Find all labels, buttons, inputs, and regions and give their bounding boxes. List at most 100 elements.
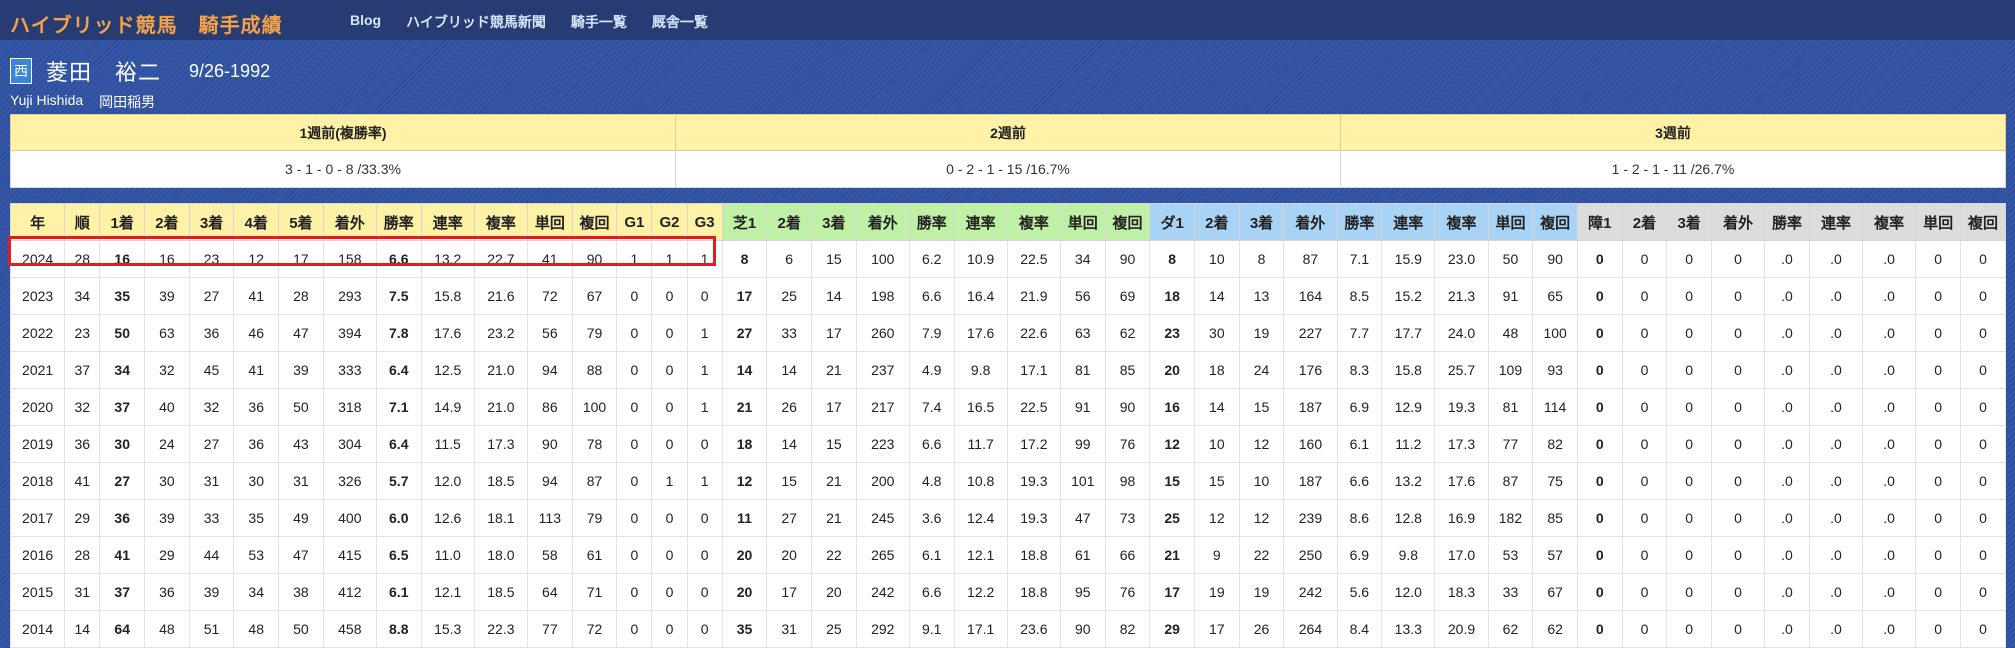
stats-cell: 87 <box>1487 462 1534 500</box>
stats-cell: 9.8 <box>1381 536 1436 574</box>
stats-cell: 10 <box>1193 240 1240 278</box>
stats-header-row: 年順 1着 2着 3着 4着 5着 着外 勝率 連率 複率 単回 複回 G1 G2 G3 芝1 2着 3着 着外 勝率… <box>9 203 2007 241</box>
stats-cell: 29 <box>64 499 101 537</box>
stats-header-cell: 単回 <box>1487 203 1534 241</box>
stats-cell: 19 <box>1193 573 1240 611</box>
stats-cell: 35 <box>233 499 280 537</box>
stats-cell: 0 <box>1576 610 1623 648</box>
stats-cell: 36 <box>99 499 146 537</box>
stats-cell: 33 <box>1487 573 1534 611</box>
stats-cell: 56 <box>1059 277 1106 315</box>
site-title-link[interactable]: ハイブリッド競馬 騎手成績 <box>10 9 283 38</box>
stats-cell: 67 <box>1532 573 1578 611</box>
stats-cell: 21.9 <box>1006 277 1061 315</box>
stats-cell: 14 <box>766 425 813 463</box>
stats-cell: 12 <box>1193 499 1240 537</box>
stats-cell: 0 <box>1710 462 1766 500</box>
stats-cell: 109 <box>1487 351 1534 389</box>
yearly-stats-table: 年順 1着 2着 3着 4着 5着 着外 勝率 連率 複率 単回 複回 G1 G2 G3 芝1 2着 3着 着外 勝率… <box>9 203 2007 648</box>
stats-header-cell: 着外 <box>322 203 377 241</box>
stats-cell: 14 <box>721 351 768 389</box>
stats-cell: 318 <box>322 388 377 426</box>
stats-cell: 8.5 <box>1336 277 1383 315</box>
stats-cell: 0 <box>1576 388 1623 426</box>
stats-cell: .0 <box>1764 536 1810 574</box>
stats-cell: 6.6 <box>908 277 955 315</box>
stats-cell: 17.7 <box>1381 314 1436 352</box>
stats-row: 2014 14 64 48 51 48 50 458 8.8 15.3 22.3 77 72 0 0 0 35 3… <box>9 610 2007 648</box>
stats-cell: 24.0 <box>1434 314 1489 352</box>
stats-cell: 14.9 <box>420 388 475 426</box>
stats-cell: 0 <box>1666 240 1712 278</box>
stats-header-cell: 複率 <box>473 203 529 241</box>
stats-cell: 21 <box>721 388 768 426</box>
stats-cell: 0 <box>1576 314 1623 352</box>
stats-row: 2016 28 41 29 44 53 47 415 6.5 11.0 18.0 58 61 0 0 0 20 2… <box>9 536 2007 574</box>
stats-cell: 164 <box>1283 277 1338 315</box>
stats-header-cell: 4着 <box>233 203 280 241</box>
stats-cell: 17 <box>278 240 324 278</box>
stats-cell: 0 <box>1710 536 1766 574</box>
stats-cell: 41 <box>99 536 146 574</box>
stats-cell: 158 <box>322 240 377 278</box>
stats-cell: 12.6 <box>420 499 475 537</box>
stats-cell: 98 <box>1104 462 1151 500</box>
stats-cell: 14 <box>766 351 813 389</box>
stats-cell: 400 <box>322 499 377 537</box>
stats-cell: 41 <box>64 462 101 500</box>
stats-cell: 10.9 <box>953 240 1008 278</box>
stats-cell: 90 <box>1104 240 1151 278</box>
nav-link-blog[interactable]: Blog <box>350 12 381 32</box>
stats-cell: 34 <box>1059 240 1106 278</box>
nav-link-stable-list[interactable]: 厩舎一覧 <box>652 12 708 32</box>
stats-cell: 30 <box>1193 314 1240 352</box>
stats-cell: .0 <box>1764 425 1810 463</box>
stats-cell: 27 <box>188 425 235 463</box>
stats-cell: 0 <box>1576 240 1623 278</box>
stats-cell: 79 <box>571 499 618 537</box>
stats-cell: 0 <box>1915 314 1961 352</box>
jockey-subline: Yuji Hishida 岡田稲男 <box>10 92 155 112</box>
stats-cell: 18.5 <box>473 462 529 500</box>
stats-cell: 0 <box>1621 351 1668 389</box>
stats-cell: 37 <box>64 351 101 389</box>
stats-header-cell: 3着 <box>1238 203 1285 241</box>
stats-cell: 65 <box>1532 277 1578 315</box>
stats-cell: 100 <box>1532 314 1578 352</box>
stats-row: 2022 23 50 63 36 46 47 394 7.8 17.6 23.2 56 79 0 0 1 27 3… <box>9 314 2007 352</box>
stats-cell: 4.9 <box>908 351 955 389</box>
stats-cell: 11.5 <box>420 425 475 463</box>
nav-link-jockey-list[interactable]: 騎手一覧 <box>571 12 627 32</box>
stats-header-cell: 芝1 <box>721 203 768 241</box>
stats-cell: 50 <box>278 610 324 648</box>
stats-cell: 0 <box>1621 462 1668 500</box>
stats-cell: 39 <box>144 277 190 315</box>
stats-cell: 82 <box>1532 425 1578 463</box>
stats-cell: 0 <box>1915 462 1961 500</box>
stats-header-cell: 障1 <box>1576 203 1623 241</box>
stats-header-cell: 勝率 <box>1336 203 1383 241</box>
stats-cell: 16 <box>99 240 146 278</box>
nav-link-newspaper[interactable]: ハイブリッド競馬新聞 <box>406 12 546 32</box>
stats-cell: 30 <box>99 425 146 463</box>
stats-cell: 14 <box>811 277 857 315</box>
stats-cell: 0 <box>1915 388 1961 426</box>
stats-cell: 47 <box>278 314 324 352</box>
stats-cell: 27 <box>99 462 146 500</box>
stats-cell: 0 <box>1915 425 1961 463</box>
stats-cell: 17.6 <box>420 314 475 352</box>
stats-cell: 0 <box>1621 499 1668 537</box>
stats-cell: 0 <box>686 573 723 611</box>
stats-header-cell: 連率 <box>1808 203 1864 241</box>
stats-cell: .0 <box>1808 388 1864 426</box>
stats-cell: 3.6 <box>908 499 955 537</box>
stats-cell: 101 <box>1059 462 1106 500</box>
stats-cell: 62 <box>1532 610 1578 648</box>
stats-cell: 18.0 <box>473 536 529 574</box>
stats-cell: 48 <box>1487 314 1534 352</box>
stats-cell: 0 <box>1959 388 2007 426</box>
stats-cell: 20 <box>1149 351 1195 389</box>
stats-cell: 39 <box>144 499 190 537</box>
stats-header-cell: 年 <box>9 203 66 241</box>
stats-header-cell: 単回 <box>1059 203 1106 241</box>
